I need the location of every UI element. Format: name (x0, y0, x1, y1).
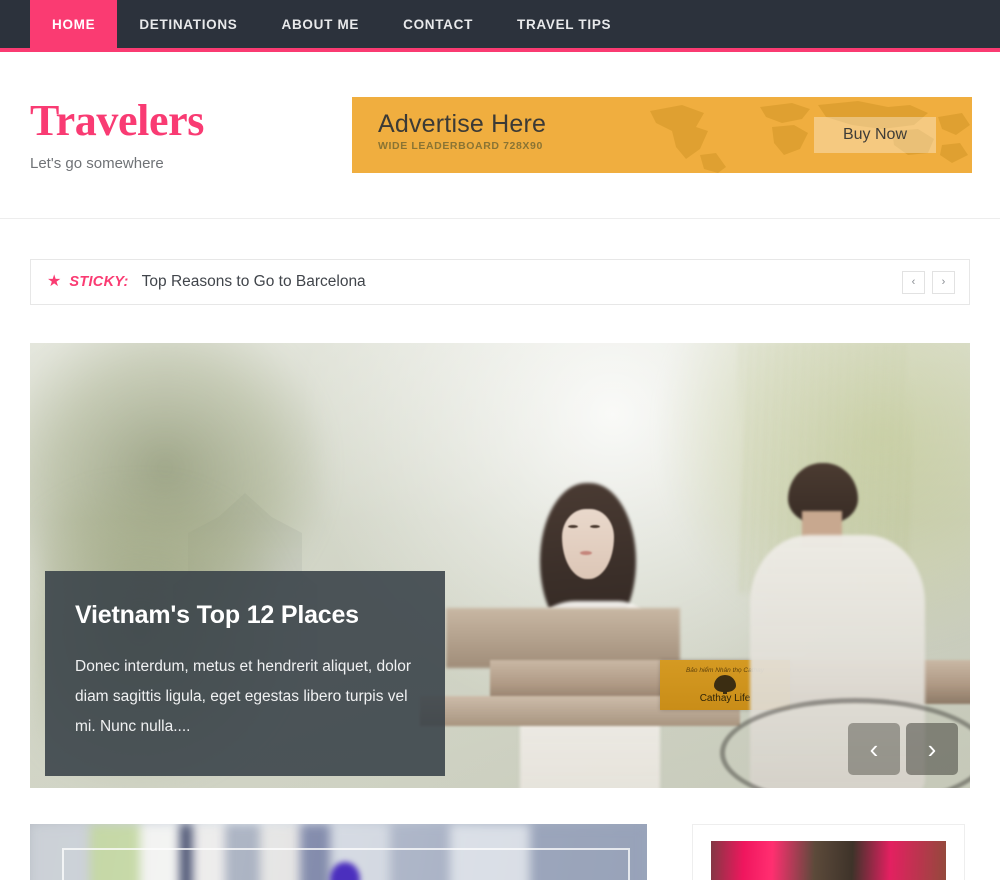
sticky-label: STICKY: (69, 274, 129, 290)
buy-now-label: Buy Now (842, 126, 908, 143)
hero-slide-excerpt: Donec interdum, metus et hendrerit aliqu… (75, 658, 412, 735)
sticky-prev-button[interactable]: ‹ (902, 270, 925, 294)
buy-now-button[interactable]: Buy Now (814, 117, 936, 153)
sidebar-widget[interactable] (692, 824, 965, 880)
nav-item-travel-tips[interactable]: TRAVEL TIPS (495, 0, 633, 48)
ad-subline: WIDE LEADERBOARD 728X90 (378, 140, 543, 153)
hero-next-button[interactable]: › (906, 723, 958, 775)
sign-brand-name: Cathay Life (699, 692, 751, 704)
site-branding[interactable]: Travelers Let's go somewhere (30, 95, 352, 173)
site-header: Travelers Let's go somewhere Advertise H… (0, 52, 1000, 219)
widget-thumbnail (711, 841, 946, 880)
thumbnail-frame (62, 848, 630, 880)
sticky-nav-controls: ‹ › (902, 270, 955, 294)
page-content: ★ STICKY: Top Reasons to Go to Barcelona… (0, 259, 1000, 880)
chevron-left-icon: ‹ (869, 733, 879, 764)
sticky-post-bar: ★ STICKY: Top Reasons to Go to Barcelona… (30, 259, 970, 305)
nav-item-label: HOME (52, 16, 96, 32)
sticky-next-button[interactable]: › (932, 270, 955, 294)
chevron-left-icon: ‹ (911, 276, 916, 288)
hero-caption-box[interactable]: Vietnam's Top 12 Places Donec interdum, … (45, 571, 445, 776)
main-navigation: HOME DETINATIONS ABOUT ME CONTACT TRAVEL… (0, 0, 1000, 52)
nav-item-detinations[interactable]: DETINATIONS (117, 0, 259, 48)
woman-lips (580, 551, 592, 555)
hero-slide-title: Vietnam's Top 12 Places (75, 601, 359, 629)
nav-item-label: DETINATIONS (139, 16, 238, 32)
bench-backrest (446, 608, 680, 668)
nav-item-label: TRAVEL TIPS (517, 16, 612, 32)
sticky-post-title[interactable]: Top Reasons to Go to Barcelona (142, 273, 366, 291)
nav-item-label: CONTACT (403, 16, 474, 32)
content-columns (30, 824, 970, 880)
hero-prev-button[interactable]: ‹ (848, 723, 900, 775)
chevron-right-icon: › (927, 733, 937, 764)
star-icon: ★ (47, 273, 62, 290)
ad-headline: Advertise Here (378, 110, 547, 138)
nav-item-about-me[interactable]: ABOUT ME (260, 0, 382, 48)
advertisement-banner[interactable]: Advertise Here WIDE LEADERBOARD 728X90 B… (352, 97, 972, 173)
post-card[interactable] (30, 824, 647, 880)
hero-nav-controls: ‹ › (848, 723, 958, 775)
site-title: Travelers (30, 95, 204, 145)
ad-text-block: Advertise Here WIDE LEADERBOARD 728X90 (378, 110, 547, 153)
woman-eye-right (590, 525, 600, 528)
chevron-right-icon: › (941, 276, 946, 288)
nav-item-home[interactable]: HOME (30, 0, 118, 48)
sidebar (692, 824, 965, 880)
nav-item-contact[interactable]: CONTACT (381, 0, 495, 48)
tree-logo-icon (714, 674, 736, 694)
site-tagline: Let's go somewhere (30, 155, 164, 173)
post-thumbnail (30, 824, 647, 880)
woman-eye-left (568, 525, 578, 528)
nav-item-label: ABOUT ME (281, 16, 360, 32)
hero-slider[interactable]: Bảo hiểm Nhân thọ Cathay Cathay Life Vie… (30, 343, 970, 788)
